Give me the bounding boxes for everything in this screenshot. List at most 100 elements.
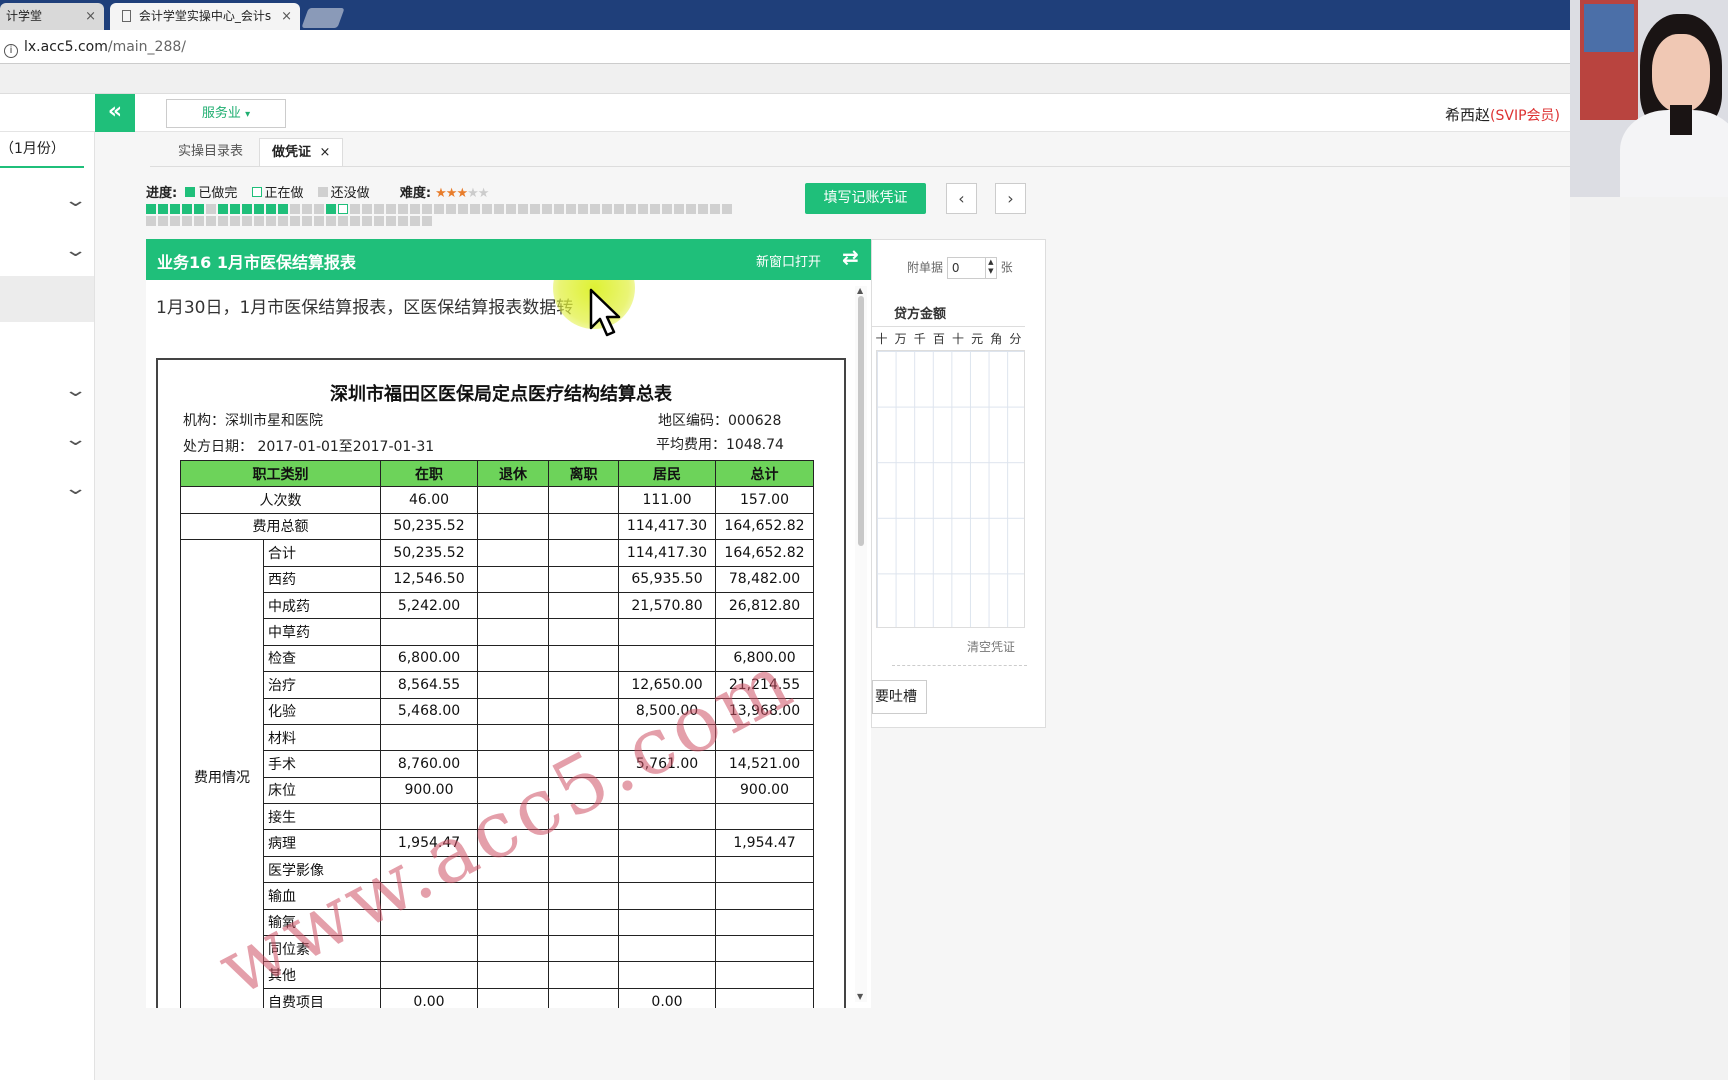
fill-voucher-button[interactable]: 填写记账凭证 [805,183,926,214]
sidebar-month-label[interactable]: （1月份） [0,138,65,158]
progress-cell[interactable] [350,204,360,214]
chevron-down-icon[interactable]: ⌄ [63,380,87,401]
progress-cell[interactable] [230,204,240,214]
progress-cell[interactable] [470,204,480,214]
scroll-down-icon[interactable]: ▼ [857,992,863,1001]
info-icon[interactable]: i [4,44,18,58]
chevron-down-icon[interactable]: ⌄ [63,190,87,211]
sidebar-item-highlighted[interactable] [0,276,94,322]
progress-cell[interactable] [326,204,336,214]
progress-cell[interactable] [362,216,372,226]
progress-cell[interactable] [398,204,408,214]
new-tab-button[interactable] [301,8,345,28]
progress-cell[interactable] [266,204,276,214]
tab-make-voucher[interactable]: 做凭证 × [259,138,344,166]
progress-cell[interactable] [386,204,396,214]
progress-cell[interactable] [146,216,156,226]
progress-cell[interactable] [710,204,720,214]
progress-cell[interactable] [518,204,528,214]
collapse-sidebar-button[interactable]: « [95,94,135,132]
progress-cell[interactable] [266,216,276,226]
progress-cell[interactable] [290,216,300,226]
progress-cell[interactable] [662,204,672,214]
progress-cell[interactable] [218,204,228,214]
progress-cell[interactable] [278,204,288,214]
address-bar[interactable]: i lx.acc5.com/main_288/ [0,30,1728,64]
progress-cell[interactable] [218,216,228,226]
progress-cell[interactable] [302,204,312,214]
clear-voucher-link[interactable]: 清空凭证 [967,638,1015,655]
prev-button[interactable]: ‹ [946,183,977,214]
progress-cell[interactable] [614,204,624,214]
progress-cell[interactable] [590,204,600,214]
progress-cell[interactable] [458,204,468,214]
progress-cell[interactable] [602,204,612,214]
progress-cell[interactable] [326,216,336,226]
progress-cell[interactable] [170,216,180,226]
credit-amount-grid[interactable] [876,350,1025,628]
progress-cell[interactable] [626,204,636,214]
industry-dropdown[interactable]: 服务业 ▾ [166,99,286,128]
progress-cell[interactable] [182,216,192,226]
progress-cell[interactable] [254,216,264,226]
progress-cell[interactable] [542,204,552,214]
progress-cell[interactable] [554,204,564,214]
feedback-button[interactable]: 要吐槽 [872,680,927,714]
user-info[interactable]: 希西赵(SVIP会员) [1445,104,1560,125]
progress-cell[interactable] [686,204,696,214]
progress-cell[interactable] [242,204,252,214]
progress-cell[interactable] [722,204,732,214]
progress-cell[interactable] [482,204,492,214]
scroll-thumb[interactable] [858,296,864,546]
progress-cell[interactable] [638,204,648,214]
progress-cell[interactable] [530,204,540,214]
task-scrollbar[interactable]: ▲ ▼ [855,286,867,1002]
progress-cell[interactable] [350,216,360,226]
progress-cell[interactable] [290,204,300,214]
progress-cell[interactable] [578,204,588,214]
progress-cell[interactable] [410,204,420,214]
progress-cell[interactable] [146,204,156,214]
progress-cell[interactable] [158,204,168,214]
progress-cell[interactable] [434,204,444,214]
browser-tab-1[interactable]: 计学堂 × [0,3,104,30]
progress-cell[interactable] [386,216,396,226]
progress-cell[interactable] [170,204,180,214]
swap-icon[interactable]: ⇄ [842,245,859,269]
progress-cell[interactable] [374,216,384,226]
progress-cell[interactable] [506,204,516,214]
progress-cell[interactable] [566,204,576,214]
progress-cell[interactable] [194,204,204,214]
progress-cell[interactable] [338,216,348,226]
progress-cell[interactable] [206,216,216,226]
progress-cell[interactable] [674,204,684,214]
progress-cell[interactable] [338,204,348,214]
progress-cell[interactable] [410,216,420,226]
close-icon[interactable]: × [85,3,96,30]
progress-cell[interactable] [314,204,324,214]
progress-cell[interactable] [302,216,312,226]
progress-cell[interactable] [194,216,204,226]
progress-cell[interactable] [254,204,264,214]
close-icon[interactable]: × [281,3,292,30]
progress-cell[interactable] [698,204,708,214]
tab-practice-catalog[interactable]: 实操目录表 [166,138,255,166]
progress-cell[interactable] [446,204,456,214]
progress-cell[interactable] [242,216,252,226]
progress-cell[interactable] [278,216,288,226]
progress-cell[interactable] [422,204,432,214]
open-new-window-link[interactable]: 新窗口打开 [756,251,821,270]
progress-cell[interactable] [374,204,384,214]
progress-cell[interactable] [422,216,432,226]
progress-cell[interactable] [398,216,408,226]
progress-cell[interactable] [650,204,660,214]
chevron-down-icon[interactable]: ⌄ [63,240,87,261]
progress-cell[interactable] [362,204,372,214]
progress-cell[interactable] [314,216,324,226]
chevron-down-icon[interactable]: ⌄ [63,429,87,450]
browser-tab-2[interactable]: 会计学堂实操中心_会计s × [110,3,300,30]
attachments-input[interactable]: 0 ▲ ▼ [946,257,997,279]
progress-cell[interactable] [230,216,240,226]
progress-cell[interactable] [206,204,216,214]
progress-cell[interactable] [182,204,192,214]
